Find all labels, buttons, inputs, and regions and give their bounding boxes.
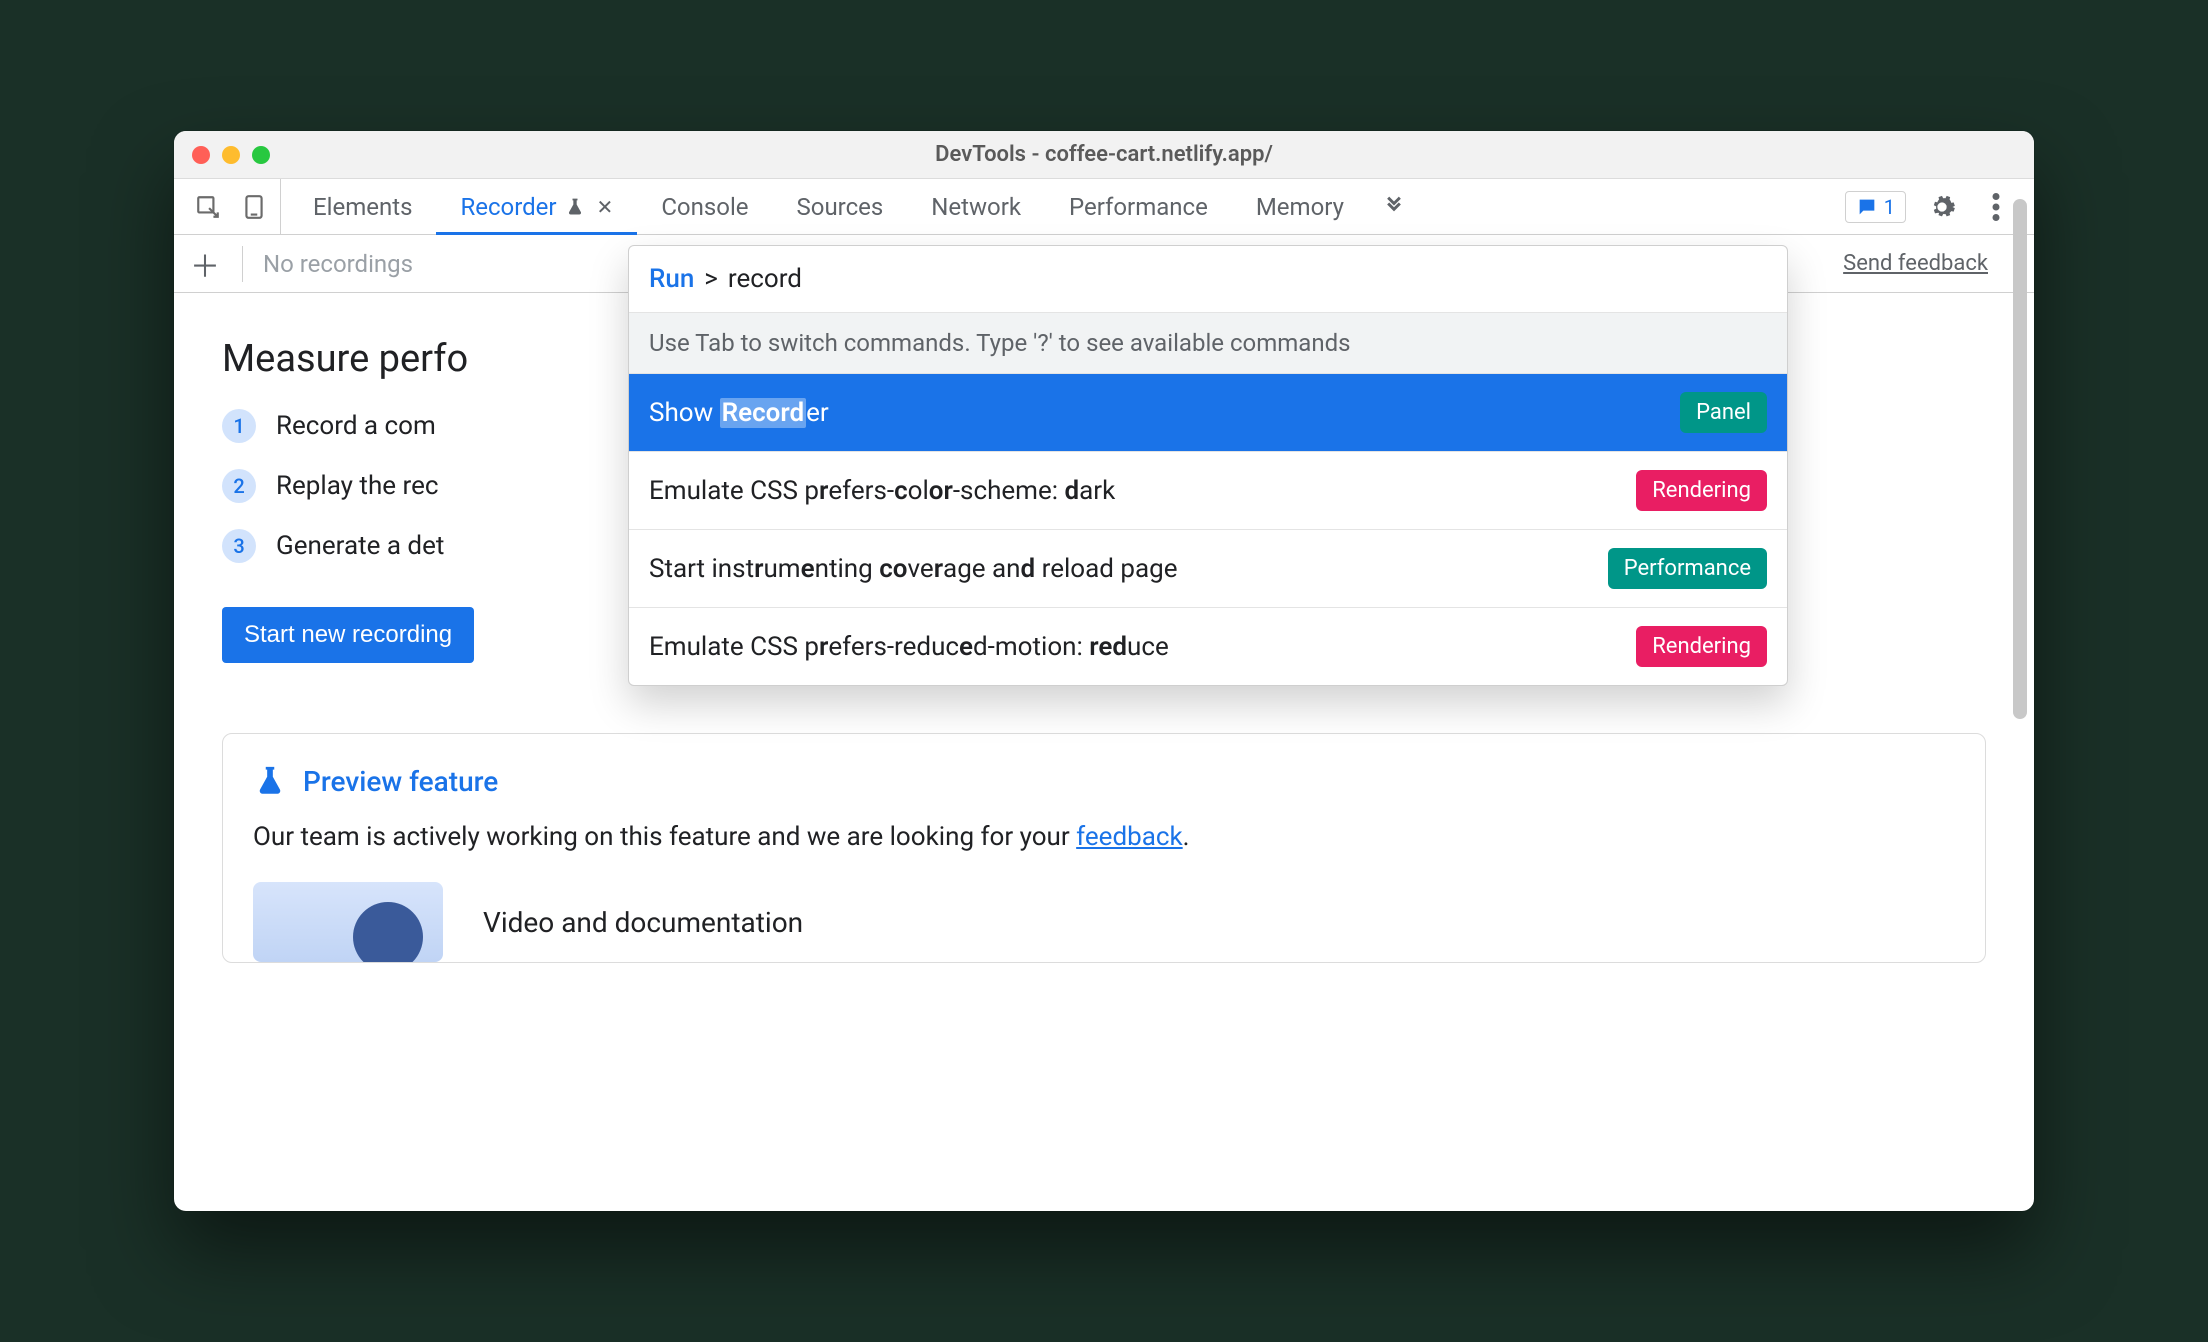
titlebar: DevTools - coffee-cart.netlify.app/ [174,131,2034,179]
command-hint: Use Tab to switch commands. Type '?' to … [629,313,1787,374]
preview-feature-card: Preview feature Our team is actively wor… [222,733,1986,963]
messages-button[interactable]: 1 [1845,191,1906,223]
command-item[interactable]: Show Recorder Panel [629,374,1787,452]
feedback-link[interactable]: feedback [1076,822,1183,852]
new-recording-icon[interactable]: ＋ [188,242,222,286]
command-item-label: Emulate CSS prefers-color-scheme: dark [649,476,1115,506]
command-item-badge: Performance [1608,548,1767,589]
command-item-label: Start instrumenting coverage and reload … [649,554,1178,584]
close-tab-icon[interactable]: ✕ [597,195,614,219]
tab-recorder[interactable]: Recorder ✕ [436,179,637,234]
tab-elements[interactable]: Elements [289,179,436,234]
devtools-window: DevTools - coffee-cart.netlify.app/ Elem… [174,131,2034,1211]
window-title: DevTools - coffee-cart.netlify.app/ [174,142,2034,167]
tab-performance[interactable]: Performance [1045,179,1232,234]
step-number: 2 [222,469,256,503]
tab-sources[interactable]: Sources [773,179,908,234]
video-thumbnail[interactable] [253,882,443,962]
command-item-badge: Rendering [1636,626,1767,667]
command-item[interactable]: Start instrumenting coverage and reload … [629,530,1787,608]
flask-icon [253,764,287,798]
command-item-badge: Rendering [1636,470,1767,511]
step-text: Generate a det [276,531,444,561]
message-icon [1856,196,1878,218]
tab-console[interactable]: Console [637,179,772,234]
command-item[interactable]: Emulate CSS prefers-reduced-motion: redu… [629,608,1787,685]
command-item-label: Emulate CSS prefers-reduced-motion: redu… [649,632,1169,662]
device-toolbar-icon[interactable] [236,189,272,225]
step-text: Record a com [276,411,436,441]
step-number: 3 [222,529,256,563]
tabs-overflow-icon[interactable] [1368,179,1420,234]
command-run-label: Run [649,264,694,294]
card-title: Preview feature [303,765,498,798]
media-title: Video and documentation [483,906,803,939]
step-text: Replay the rec [276,471,438,501]
no-recordings-label: No recordings [263,250,413,278]
media-row: Video and documentation [253,882,1955,962]
command-input[interactable]: Run > record [629,246,1787,313]
send-feedback-link[interactable]: Send feedback [1843,251,2020,276]
tabs: Elements Recorder ✕ Console Sources Netw… [289,179,1420,234]
start-recording-button[interactable]: Start new recording [222,607,474,663]
message-count: 1 [1884,195,1895,219]
scrollbar-thumb[interactable] [2013,199,2027,719]
settings-icon[interactable] [1924,189,1960,225]
command-item[interactable]: Emulate CSS prefers-color-scheme: dark Re… [629,452,1787,530]
tab-strip: Elements Recorder ✕ Console Sources Netw… [174,179,2034,235]
command-item-badge: Panel [1680,392,1767,433]
divider [242,246,243,282]
command-prefix: > [704,264,718,294]
command-item-label: Show Recorder [649,398,829,428]
scrollbar[interactable] [2010,189,2030,1211]
tab-network[interactable]: Network [907,179,1045,234]
card-text: Our team is actively working on this fea… [253,822,1955,852]
command-menu: Run > record Use Tab to switch commands. … [628,245,1788,686]
step-number: 1 [222,409,256,443]
tab-memory[interactable]: Memory [1232,179,1368,234]
command-query: record [728,264,802,294]
inspect-element-icon[interactable] [190,189,226,225]
flask-icon [565,197,585,217]
more-icon[interactable] [1978,189,2014,225]
